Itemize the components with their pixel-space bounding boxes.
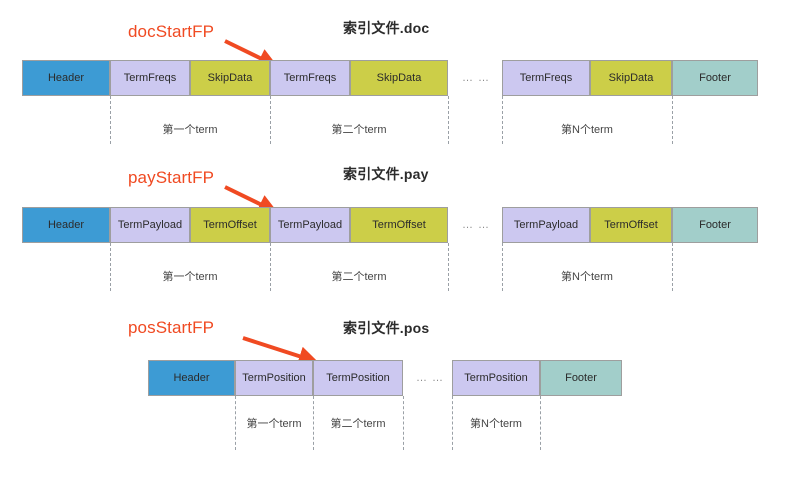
guide-line: [672, 243, 673, 291]
guide-line: [672, 96, 673, 144]
cell-doc-termfreqs-2[interactable]: TermFreqs: [270, 60, 350, 96]
caption-pos-term-2: 第二个term: [330, 418, 386, 430]
guide-line: [540, 396, 541, 450]
cell-doc-header[interactable]: Header: [22, 60, 110, 96]
ellipsis-pos: … …: [416, 372, 445, 384]
callout-label-paystartfp: payStartFP: [128, 168, 215, 187]
caption-pay-term-2: 第二个term: [331, 271, 387, 283]
ellipsis-pay: … …: [462, 219, 491, 231]
guide-line: [448, 243, 449, 291]
ellipsis-doc: … …: [462, 72, 491, 84]
file-title-doc: 索引文件.doc: [343, 20, 430, 36]
cell-pay-termpayload-2[interactable]: TermPayload: [270, 207, 350, 243]
cell-pay-termpayload-1[interactable]: TermPayload: [110, 207, 190, 243]
cell-pos-termposition-n[interactable]: TermPosition: [452, 360, 540, 396]
cell-doc-skipdata-n[interactable]: SkipData: [590, 60, 672, 96]
cell-pay-footer[interactable]: Footer: [672, 207, 758, 243]
cell-pay-termoffset-n[interactable]: TermOffset: [590, 207, 672, 243]
cell-pos-termposition-1[interactable]: TermPosition: [235, 360, 313, 396]
strip-pay: Header TermPayload TermOffset TermPayloa…: [22, 207, 758, 243]
cell-pay-header[interactable]: Header: [22, 207, 110, 243]
cell-pos-footer[interactable]: Footer: [540, 360, 622, 396]
guide-line: [403, 396, 404, 450]
callout-arrow-posstartfp: [242, 336, 319, 366]
cell-doc-skipdata-1[interactable]: SkipData: [190, 60, 270, 96]
cell-pos-header[interactable]: Header: [148, 360, 235, 396]
caption-pos-term-n: 第N个term: [470, 418, 522, 430]
callout-label-docstartfp: docStartFP: [128, 22, 215, 41]
callout-label-posstartfp: posStartFP: [128, 318, 215, 337]
cell-doc-termfreqs-1[interactable]: TermFreqs: [110, 60, 190, 96]
cell-pay-termpayload-n[interactable]: TermPayload: [502, 207, 590, 243]
file-title-pay: 索引文件.pay: [343, 166, 429, 182]
cell-pos-termposition-2[interactable]: TermPosition: [313, 360, 403, 396]
caption-doc-term-1: 第一个term: [162, 124, 218, 136]
caption-doc-term-n: 第N个term: [561, 124, 613, 136]
guide-line: [448, 96, 449, 144]
caption-doc-term-2: 第二个term: [331, 124, 387, 136]
cell-pay-termoffset-2[interactable]: TermOffset: [350, 207, 448, 243]
cell-doc-footer[interactable]: Footer: [672, 60, 758, 96]
caption-pay-term-n: 第N个term: [561, 271, 613, 283]
diagram-canvas: 索引文件.doc docStartFP Header TermFreqs Ski…: [0, 0, 798, 500]
cell-pay-termoffset-1[interactable]: TermOffset: [190, 207, 270, 243]
cell-doc-skipdata-2[interactable]: SkipData: [350, 60, 448, 96]
strip-doc: Header TermFreqs SkipData TermFreqs Skip…: [22, 60, 758, 96]
caption-pos-term-1: 第一个term: [246, 418, 302, 430]
cell-doc-termfreqs-n[interactable]: TermFreqs: [502, 60, 590, 96]
strip-pos: Header TermPosition TermPosition … … Ter…: [148, 360, 622, 396]
caption-pay-term-1: 第一个term: [162, 271, 218, 283]
file-title-pos: 索引文件.pos: [343, 320, 430, 336]
